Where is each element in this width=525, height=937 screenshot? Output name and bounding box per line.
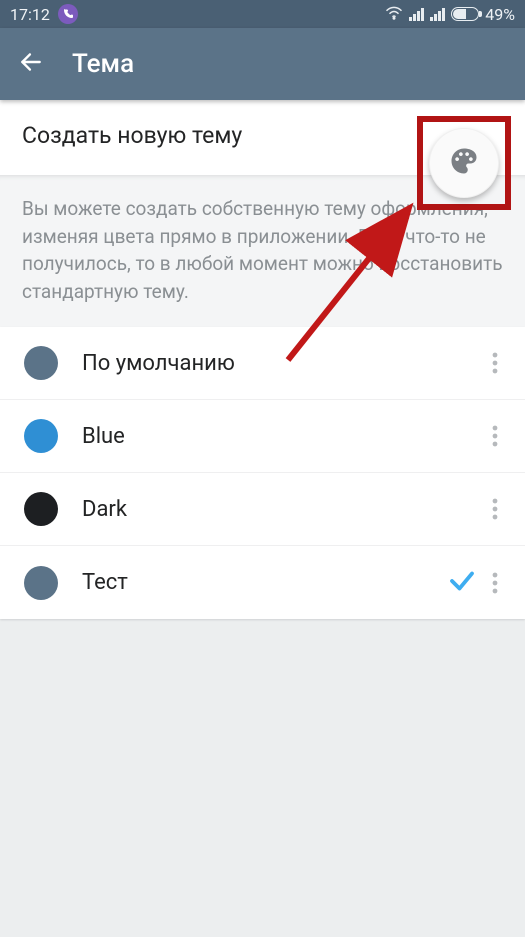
theme-name: По умолчанию	[82, 351, 477, 376]
battery-percent: 49%	[485, 5, 515, 24]
wifi-icon	[385, 5, 403, 24]
theme-row[interactable]: По умолчанию	[0, 327, 525, 400]
theme-name: Dark	[82, 497, 477, 522]
check-icon	[447, 566, 477, 600]
more-icon[interactable]	[477, 352, 513, 374]
theme-row[interactable]: Тест	[0, 546, 525, 619]
theme-name: Тест	[82, 570, 447, 595]
back-button[interactable]	[18, 49, 44, 79]
status-time: 17:12	[10, 5, 50, 24]
more-icon[interactable]	[477, 498, 513, 520]
theme-swatch	[24, 492, 58, 526]
more-icon[interactable]	[477, 572, 513, 594]
annotation-highlight-box	[417, 116, 511, 210]
theme-name: Blue	[82, 424, 477, 449]
create-theme-fab[interactable]	[429, 128, 499, 198]
page-title: Тема	[72, 49, 134, 79]
theme-row[interactable]: Dark	[0, 473, 525, 546]
theme-row[interactable]: Blue	[0, 400, 525, 473]
status-bar: 17:12 49%	[0, 0, 525, 28]
signal-icon-2	[430, 7, 445, 21]
viber-icon	[58, 4, 78, 24]
signal-icon	[409, 7, 424, 21]
theme-list: По умолчанию Blue Dark Тест	[0, 327, 525, 619]
more-icon[interactable]	[477, 425, 513, 447]
theme-swatch	[24, 419, 58, 453]
theme-swatch	[24, 566, 58, 600]
palette-icon	[449, 146, 479, 180]
battery-icon	[451, 7, 479, 21]
theme-swatch	[24, 346, 58, 380]
titlebar: Тема	[0, 28, 525, 100]
